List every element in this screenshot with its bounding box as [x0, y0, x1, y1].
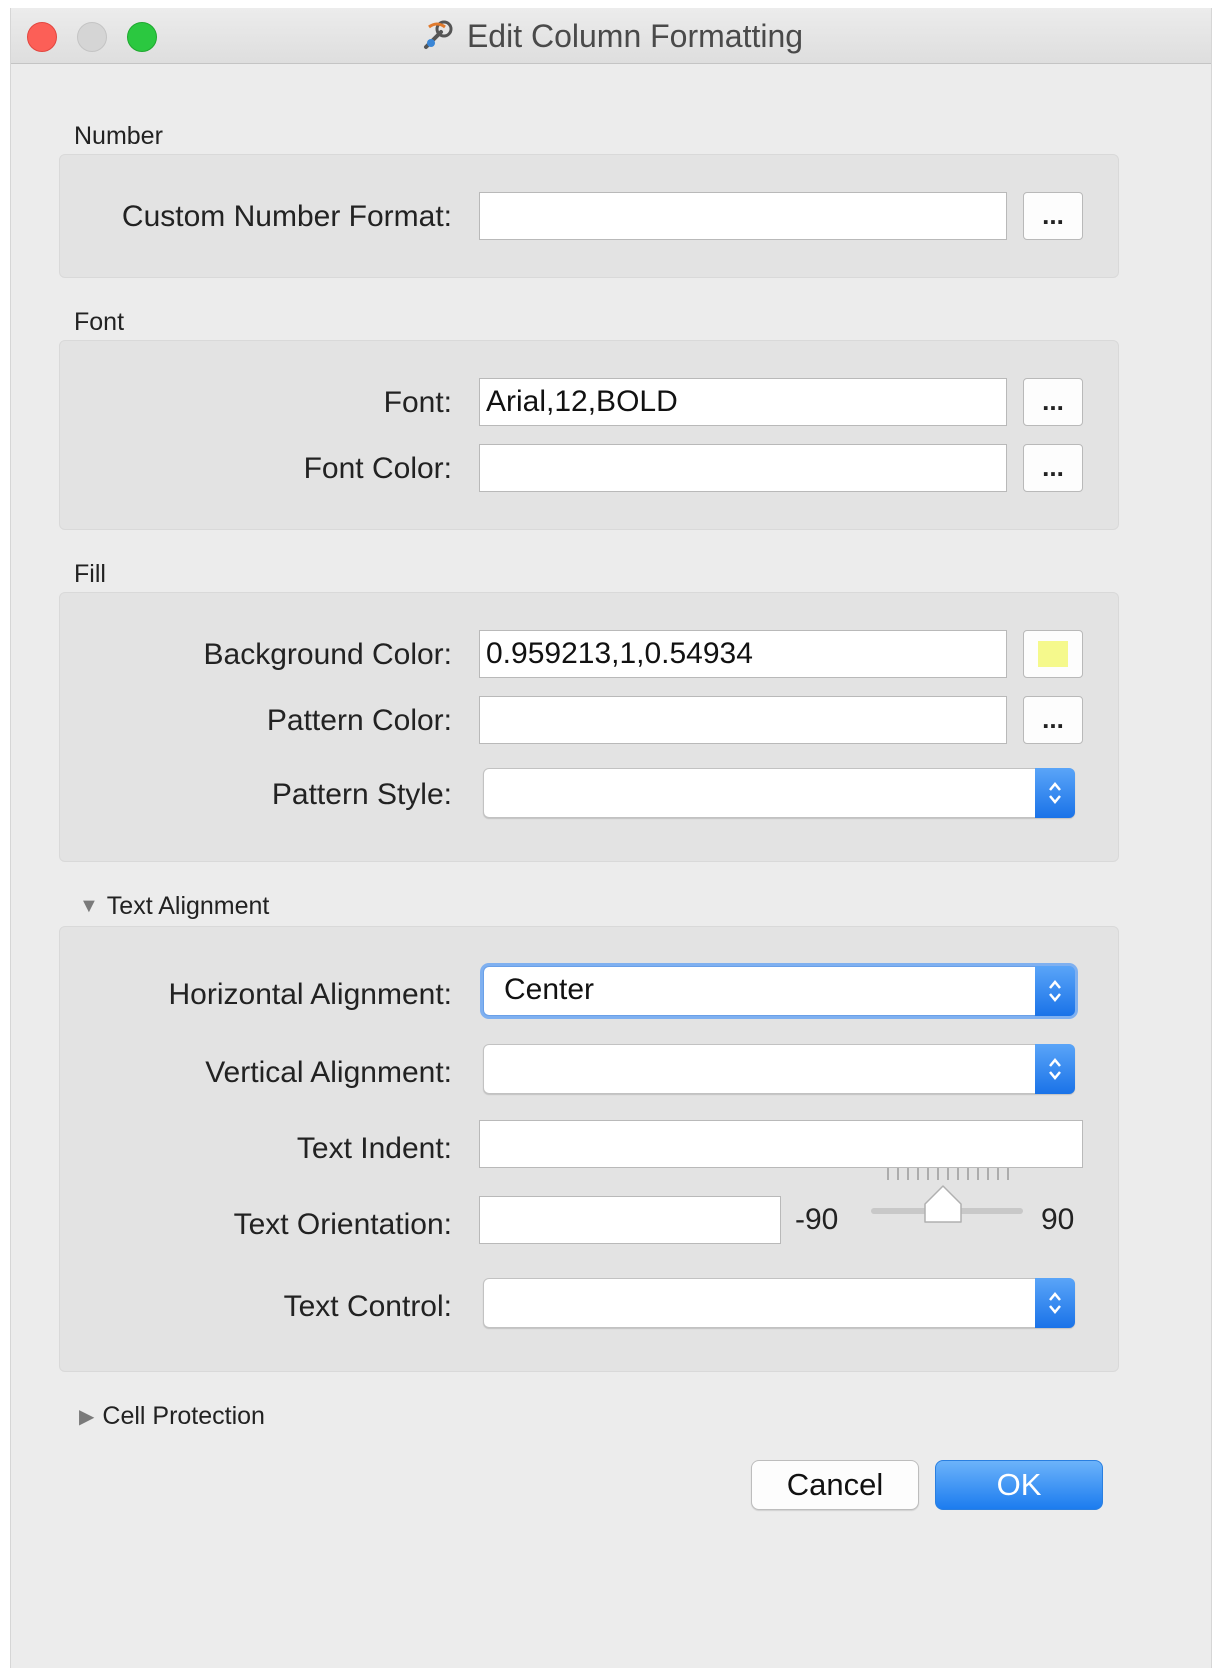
- font-group: Font: Font Color:: [59, 340, 1119, 530]
- orientation-max-label: 90: [1041, 1203, 1075, 1236]
- custom-number-format-browse-button[interactable]: ...: [1023, 192, 1083, 240]
- pattern-style-label: Pattern Style:: [271, 778, 452, 811]
- horizontal-alignment-label: Horizontal Alignment:: [168, 978, 452, 1011]
- pattern-style-popup[interactable]: [483, 768, 1075, 818]
- font-color-label: Font Color:: [303, 452, 452, 485]
- ok-button[interactable]: OK: [935, 1460, 1103, 1510]
- pattern-color-field[interactable]: [479, 696, 1007, 744]
- font-color-browse-button[interactable]: ...: [1023, 444, 1083, 492]
- disclosure-triangle-down-icon: ▼: [79, 895, 99, 917]
- section-label-fill: Fill: [74, 560, 106, 588]
- vertical-alignment-label: Vertical Alignment:: [205, 1056, 452, 1089]
- font-label: Font:: [383, 386, 452, 419]
- disclosure-triangle-right-icon: ▶: [79, 1406, 95, 1428]
- popup-chevrons-icon: [1035, 1278, 1075, 1328]
- custom-number-format-label: Custom Number Format:: [121, 200, 452, 233]
- background-color-label: Background Color:: [203, 638, 452, 671]
- horizontal-alignment-value: Center: [504, 973, 595, 1006]
- orientation-min-label: -90: [795, 1203, 839, 1236]
- text-alignment-label: Text Alignment: [106, 892, 270, 920]
- vertical-alignment-popup[interactable]: [483, 1044, 1075, 1094]
- text-alignment-disclosure[interactable]: ▼ Text Alignment: [79, 892, 269, 921]
- text-indent-label: Text Indent:: [296, 1132, 452, 1165]
- popup-chevrons-icon: [1035, 1044, 1075, 1094]
- dialog-window: Edit Column Formatting Number Custom Num…: [10, 8, 1212, 1668]
- custom-number-format-field[interactable]: [479, 192, 1007, 240]
- cell-protection-label: Cell Protection: [102, 1402, 265, 1430]
- text-orientation-field[interactable]: [479, 1196, 781, 1244]
- font-color-field[interactable]: [479, 444, 1007, 492]
- orientation-slider-ticks: [887, 1168, 1009, 1180]
- window-title: Edit Column Formatting: [466, 17, 804, 54]
- background-color-swatch: [1038, 641, 1068, 667]
- section-label-number: Number: [74, 122, 163, 150]
- font-browse-button[interactable]: ...: [1023, 378, 1083, 426]
- text-orientation-label: Text Orientation:: [233, 1208, 452, 1241]
- popup-chevrons-icon: [1035, 966, 1075, 1016]
- transformer-wrench-icon: [423, 20, 453, 49]
- background-color-field[interactable]: 0.959213,1,0.54934: [479, 630, 1007, 678]
- text-indent-field[interactable]: [479, 1120, 1083, 1168]
- orientation-slider-knob[interactable]: [921, 1182, 965, 1224]
- horizontal-alignment-popup[interactable]: Center: [483, 966, 1075, 1016]
- title-bar[interactable]: Edit Column Formatting: [11, 8, 1211, 64]
- cell-protection-disclosure[interactable]: ▶ Cell Protection: [79, 1402, 265, 1431]
- background-color-swatch-button[interactable]: [1023, 630, 1083, 678]
- pattern-color-browse-button[interactable]: ...: [1023, 696, 1083, 744]
- text-control-label: Text Control:: [283, 1290, 452, 1323]
- popup-chevrons-icon: [1035, 768, 1075, 818]
- font-field[interactable]: Arial,12,BOLD: [479, 378, 1007, 426]
- section-label-font: Font: [74, 308, 125, 336]
- cancel-button[interactable]: Cancel: [751, 1460, 919, 1510]
- pattern-color-label: Pattern Color:: [266, 704, 452, 737]
- text-control-popup[interactable]: [483, 1278, 1075, 1328]
